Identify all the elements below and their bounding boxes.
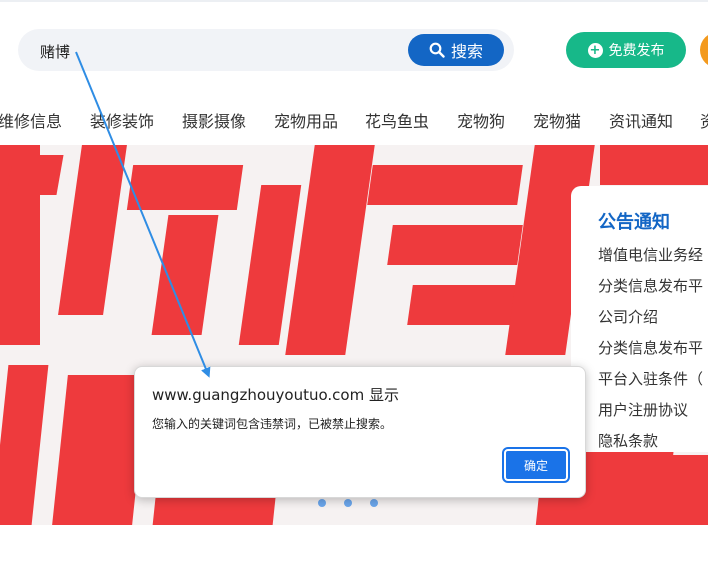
notice-title: 公告通知 [598, 212, 670, 233]
pagination-dot[interactable] [370, 499, 378, 507]
notice-item[interactable]: 增值电信业务经 [598, 244, 703, 265]
top-divider [0, 0, 708, 2]
search-button[interactable]: 搜索 [408, 34, 504, 66]
nav-item-repair[interactable]: 维修信息 [0, 108, 62, 132]
notice-item[interactable]: 分类信息发布平 [598, 275, 703, 296]
alert-dialog: www.guangzhouyoutuo.com 显示 您输入的关键词包含违禁词，… [134, 366, 586, 498]
notice-item[interactable]: 公司介绍 [598, 306, 658, 327]
notice-item[interactable]: 隐私条款 [598, 430, 658, 451]
notice-item[interactable]: 分类信息发布平 [598, 337, 703, 358]
notice-item[interactable]: 平台入驻条件（ [598, 368, 703, 389]
nav-item-more[interactable]: 资 [700, 108, 708, 132]
free-publish-button[interactable]: + 免费发布 [566, 32, 686, 68]
search-input[interactable] [38, 38, 402, 64]
nav-item-photography[interactable]: 摄影摄像 [182, 108, 246, 132]
dialog-title: www.guangzhouyoutuo.com 显示 [152, 386, 399, 404]
dialog-message: 您输入的关键词包含违禁词，已被禁止搜索。 [152, 417, 393, 431]
nav-item-pet-supplies[interactable]: 宠物用品 [274, 108, 338, 132]
notice-item[interactable]: 用户注册协议 [598, 399, 688, 420]
nav-item-news[interactable]: 资讯通知 [609, 108, 673, 132]
search-icon [429, 42, 445, 58]
pagination-dot[interactable] [318, 499, 326, 507]
category-nav: 维修信息 装修装饰 摄影摄像 宠物用品 花鸟鱼虫 宠物狗 宠物猫 资讯通知 资 [0, 108, 708, 136]
dialog-ok-button[interactable]: 确定 [504, 449, 568, 481]
nav-item-cats[interactable]: 宠物猫 [533, 108, 581, 132]
notice-panel: 公告通知 增值电信业务经 分类信息发布平 公司介绍 分类信息发布平 平台入驻条件… [571, 186, 708, 452]
publish-button-label: 免费发布 [608, 43, 665, 59]
pagination-dot[interactable] [344, 499, 352, 507]
search-bar: 搜索 [18, 29, 514, 71]
nav-item-decoration[interactable]: 装修装饰 [90, 108, 154, 132]
search-button-label: 搜索 [450, 42, 483, 61]
nav-item-dogs[interactable]: 宠物狗 [457, 108, 505, 132]
plus-icon: + [587, 42, 603, 58]
user-button[interactable] [700, 32, 708, 68]
nav-item-flowers-fish[interactable]: 花鸟鱼虫 [365, 108, 429, 132]
